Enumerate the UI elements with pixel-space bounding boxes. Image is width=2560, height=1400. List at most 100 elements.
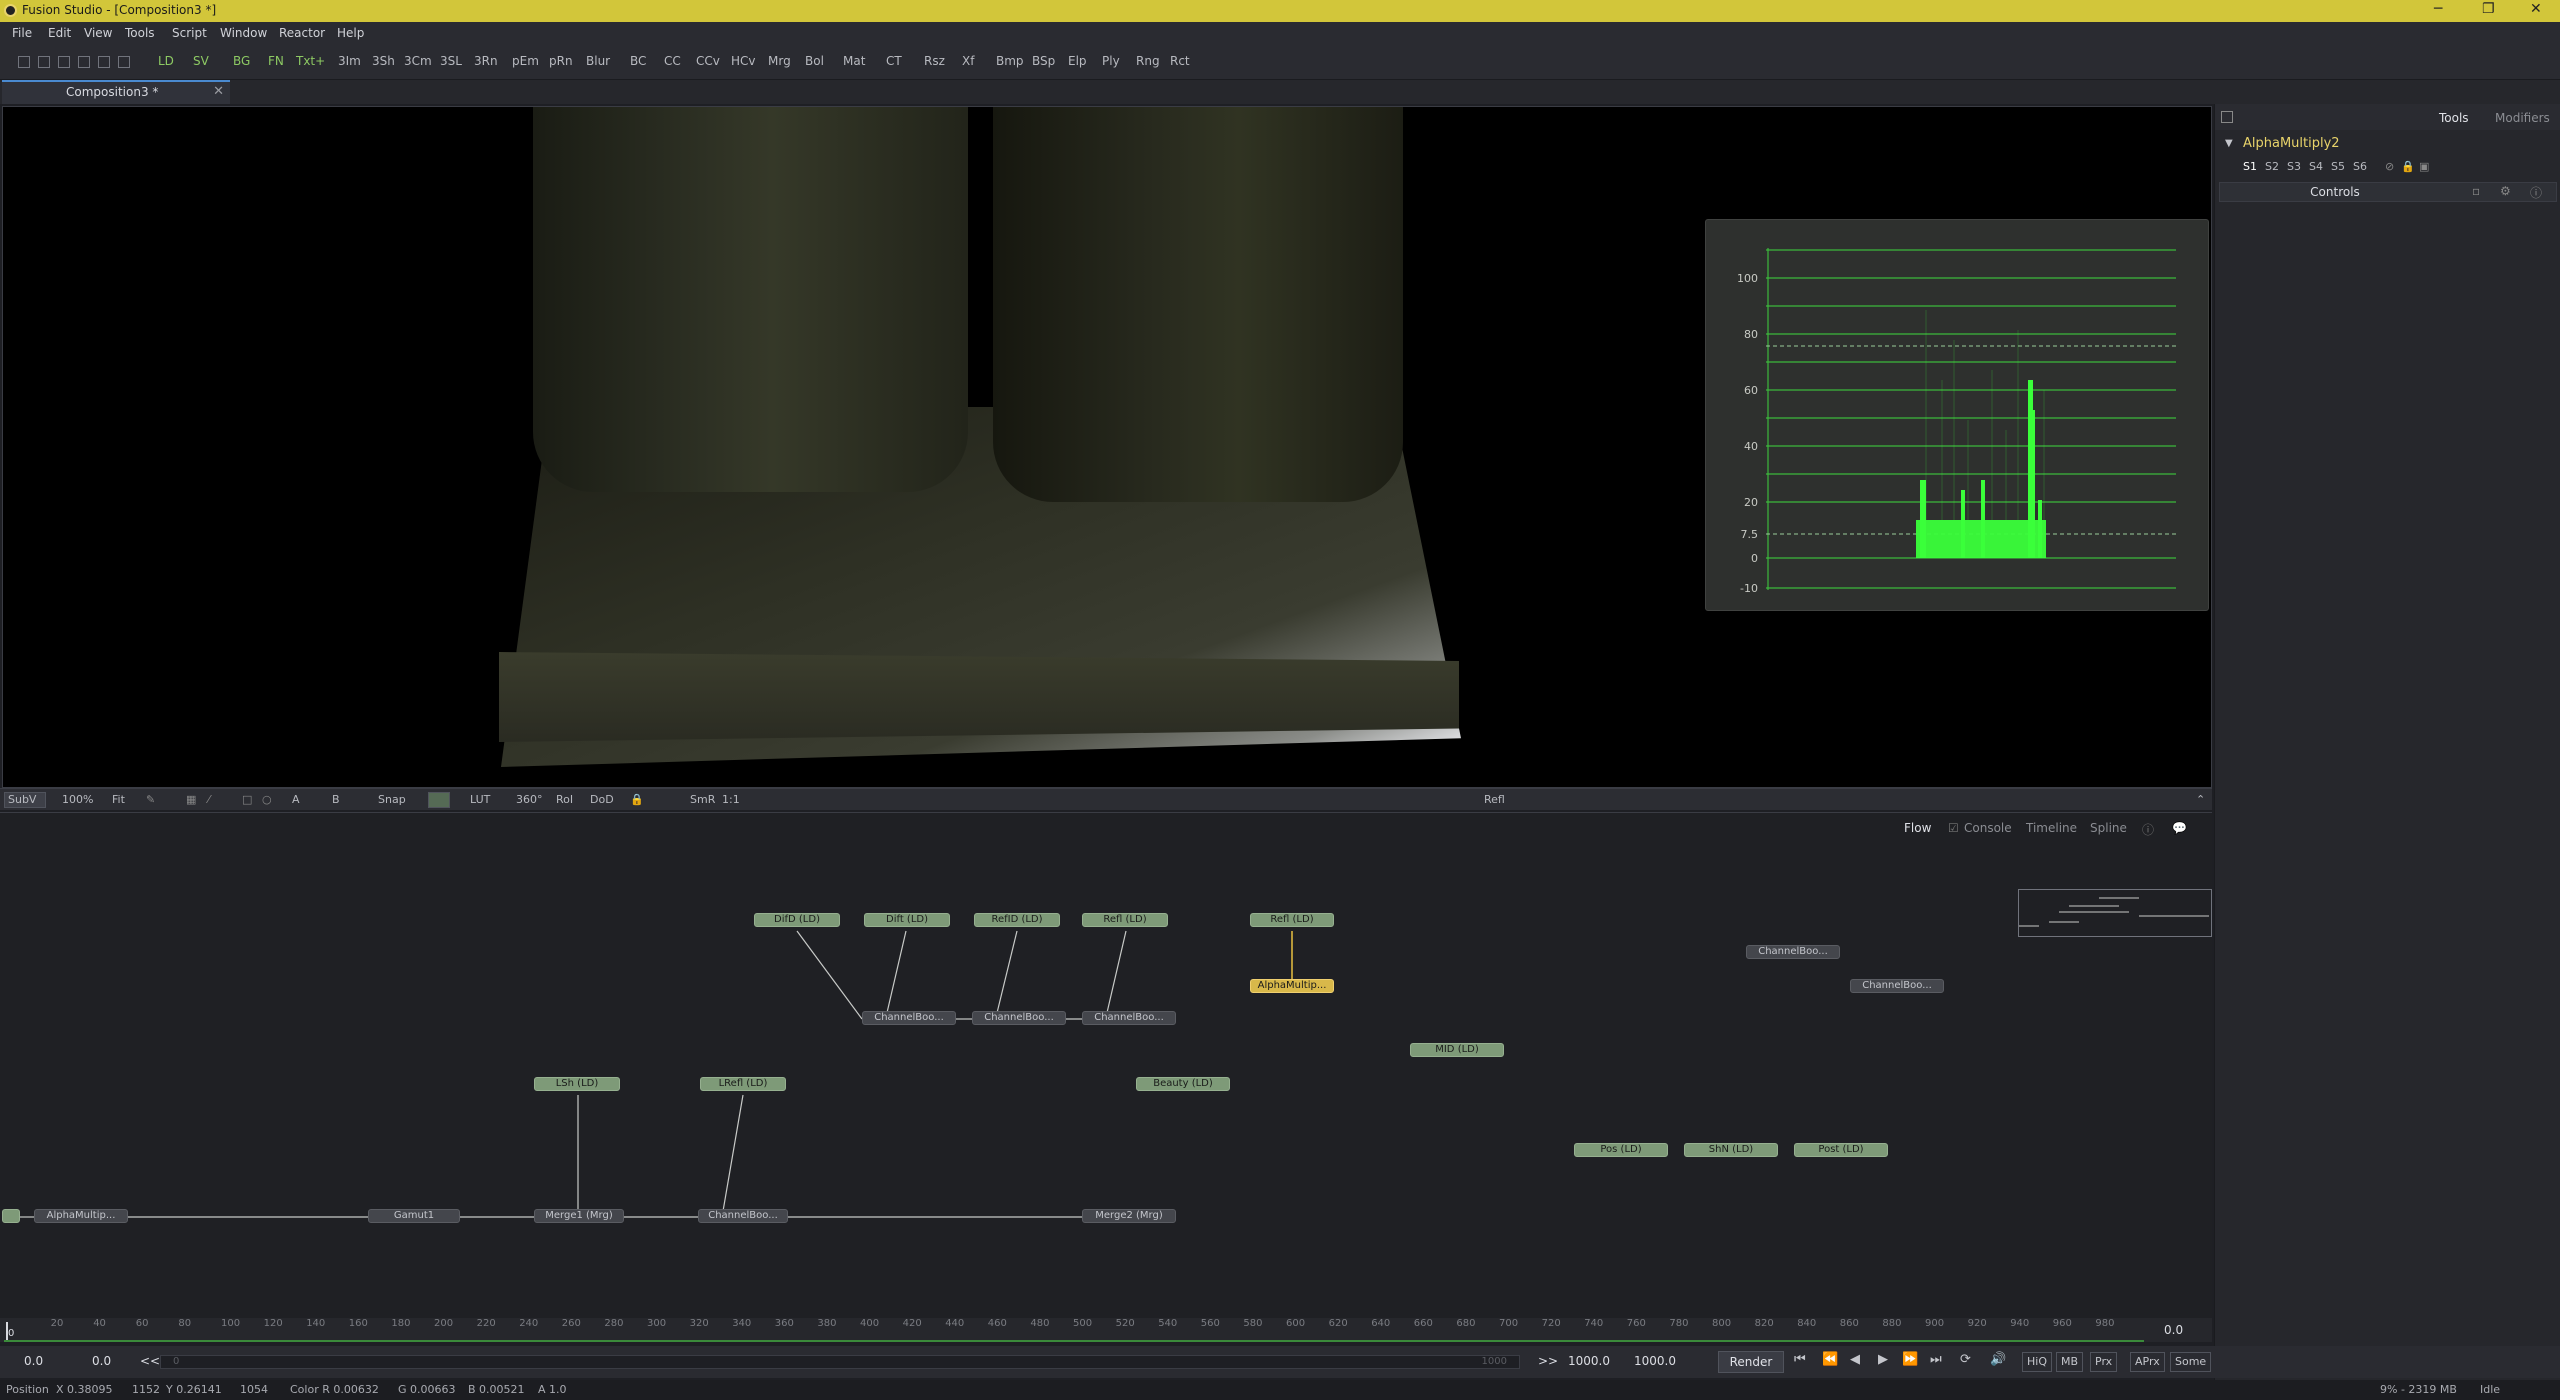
flow-node-difd[interactable]: DifD (LD) (754, 913, 840, 927)
menu-tools[interactable]: Tools (125, 26, 155, 40)
zoom-select[interactable]: 100% (62, 793, 93, 806)
tool-3sl[interactable]: 3SL (440, 54, 462, 68)
flow-node-gamut1[interactable]: Gamut1 (368, 1209, 460, 1223)
prx-toggle[interactable]: Prx (2090, 1352, 2118, 1372)
aprx-toggle[interactable]: APrx (2130, 1352, 2165, 1372)
info-icon[interactable]: ⓘ (2530, 184, 2542, 201)
close-tab-icon[interactable]: ✕ (213, 84, 224, 99)
tab-tools[interactable]: Tools (2439, 111, 2469, 125)
menu-file[interactable]: File (12, 26, 32, 40)
tab-modifiers[interactable]: Modifiers (2495, 111, 2550, 125)
tool-bsp[interactable]: BSp (1032, 54, 1055, 68)
flow-node-mid[interactable]: MID (LD) (1410, 1043, 1504, 1057)
stereo-360-button[interactable]: 360° (516, 793, 543, 806)
flow-node-channelboolean[interactable]: ChannelBoo... (1082, 1011, 1176, 1025)
flow-node-channelboolean[interactable]: ChannelBoo... (1746, 945, 1840, 959)
tool-pem[interactable]: pEm (512, 54, 539, 68)
viewer-expand-icon[interactable]: ⌃ (2196, 793, 2205, 806)
waveform-scope[interactable]: 100 80 60 40 20 7.5 0 -10 (1705, 219, 2209, 611)
current-time-box[interactable]: 0.0 (2150, 1318, 2212, 1342)
menu-view[interactable]: View (84, 26, 112, 40)
tool-rng[interactable]: Rng (1136, 54, 1160, 68)
tool-bg[interactable]: BG (233, 54, 250, 68)
minimize-button[interactable]: ─ (2434, 1, 2442, 17)
tool-3sh[interactable]: 3Sh (372, 54, 395, 68)
lock-icon[interactable]: 🔒 (2401, 160, 2415, 173)
tool-3im[interactable]: 3Im (338, 54, 361, 68)
time-scrubber[interactable]: 0 1000 (160, 1355, 1520, 1369)
layout-icon[interactable] (78, 56, 90, 68)
flow-node-refl[interactable]: Refl (LD) (1082, 913, 1168, 927)
version-s1[interactable]: S1 (2243, 160, 2257, 173)
tool-prn[interactable]: pRn (549, 54, 573, 68)
tool-mat[interactable]: Mat (843, 54, 865, 68)
audio-icon[interactable]: 🔊 (1990, 1352, 2006, 1367)
play-reverse-icon[interactable]: ◀ (1850, 1352, 1860, 1367)
tool-ccv[interactable]: CCv (696, 54, 720, 68)
tool-cc[interactable]: CC (664, 54, 681, 68)
flow-node-dift[interactable]: Dift (LD) (864, 913, 950, 927)
save-icon[interactable] (98, 56, 110, 68)
menu-window[interactable]: Window (220, 26, 267, 40)
global-end-field[interactable]: 1000.0 (1634, 1354, 1676, 1368)
flow-node-alphamultiply1[interactable]: AlphaMultip... (34, 1209, 128, 1223)
first-frame-icon[interactable]: ⏮ (1794, 1352, 1806, 1367)
tool-sv[interactable]: SV (193, 54, 209, 68)
buffer-a-button[interactable]: A (292, 793, 300, 806)
render-end-field[interactable]: 1000.0 (1568, 1354, 1610, 1368)
lut-button[interactable]: LUT (470, 793, 490, 806)
version-s3[interactable]: S3 (2287, 160, 2301, 173)
smr-button[interactable]: SmR (690, 793, 715, 806)
tool-txt[interactable]: Txt+ (296, 54, 325, 68)
pin-icon[interactable]: ▫ (2472, 184, 2480, 198)
render-button[interactable]: Render (1718, 1351, 1784, 1373)
time-ruler[interactable]: 0 20 40 60 80 100 120 140 160 180 200 220 240 260 280 3… (0, 1318, 2150, 1342)
panel-toggle-icon[interactable] (2221, 111, 2233, 123)
flow-editor[interactable]: Flow ☑ Console Timeline Spline ⓘ 💬 DifD … (0, 812, 2212, 1322)
tool-bmp[interactable]: Bmp (996, 54, 1024, 68)
global-start-field[interactable]: 0.0 (24, 1354, 43, 1368)
snap-button[interactable]: Snap (378, 793, 406, 806)
version-s5[interactable]: S5 (2331, 160, 2345, 173)
step-forward-icon[interactable]: ⏩ (1902, 1352, 1918, 1367)
tool-rsz[interactable]: Rsz (924, 54, 945, 68)
lock-icon[interactable]: 🔒 (630, 793, 644, 806)
close-window-button[interactable]: ✕ (2530, 1, 2542, 17)
flow-node-refl-2[interactable]: Refl (LD) (1250, 913, 1334, 927)
forward-button[interactable]: >> (1538, 1354, 1558, 1368)
flow-node-beauty[interactable]: Beauty (LD) (1136, 1077, 1230, 1091)
tool-xf[interactable]: Xf (962, 54, 974, 68)
flow-node-alphamultiply2[interactable]: AlphaMultip... (1250, 979, 1334, 993)
menu-reactor[interactable]: Reactor (279, 26, 325, 40)
circle-icon[interactable]: ○ (262, 793, 272, 806)
subview-label[interactable]: SubV (8, 793, 36, 806)
tool-hcv[interactable]: HCv (731, 54, 756, 68)
tool-rct[interactable]: Rct (1170, 54, 1190, 68)
roi-button[interactable]: RoI (556, 793, 573, 806)
grid-icon[interactable]: ▦ (186, 793, 196, 806)
rectangle-icon[interactable]: □ (242, 793, 252, 806)
restore-button[interactable]: ❐ (2482, 1, 2495, 17)
collapse-arrow-icon[interactable]: ▼ (2225, 138, 2233, 149)
flow-navigator-minimap[interactable] (2018, 889, 2212, 937)
controls-header[interactable]: Controls ▫ ⚙ ⓘ (2219, 182, 2557, 202)
tool-ld[interactable]: LD (158, 54, 174, 68)
menu-edit[interactable]: Edit (48, 26, 71, 40)
tool-ct[interactable]: CT (886, 54, 902, 68)
last-frame-icon[interactable]: ⏭ (1930, 1352, 1942, 1367)
tool-elp[interactable]: Elp (1068, 54, 1087, 68)
flow-node-shn[interactable]: ShN (LD) (1684, 1143, 1778, 1157)
loop-icon[interactable]: ⟳ (1960, 1352, 1971, 1367)
brush-icon[interactable]: ⁄ (208, 793, 210, 806)
flow-node-lsh[interactable]: LSh (LD) (534, 1077, 620, 1091)
flow-node-pos[interactable]: Pos (LD) (1574, 1143, 1668, 1157)
save-icon[interactable]: ▣ (2419, 160, 2429, 173)
menu-help[interactable]: Help (337, 26, 364, 40)
version-s2[interactable]: S2 (2265, 160, 2279, 173)
flow-node-channelboolean[interactable]: ChannelBoo... (698, 1209, 788, 1223)
tool-mrg[interactable]: Mrg (768, 54, 791, 68)
version-s4[interactable]: S4 (2309, 160, 2323, 173)
viewer[interactable]: 100 80 60 40 20 7.5 0 -10 (2, 106, 2212, 788)
flow-node-channelboolean[interactable]: ChannelBoo... (862, 1011, 956, 1025)
buffer-b-button[interactable]: B (332, 793, 340, 806)
